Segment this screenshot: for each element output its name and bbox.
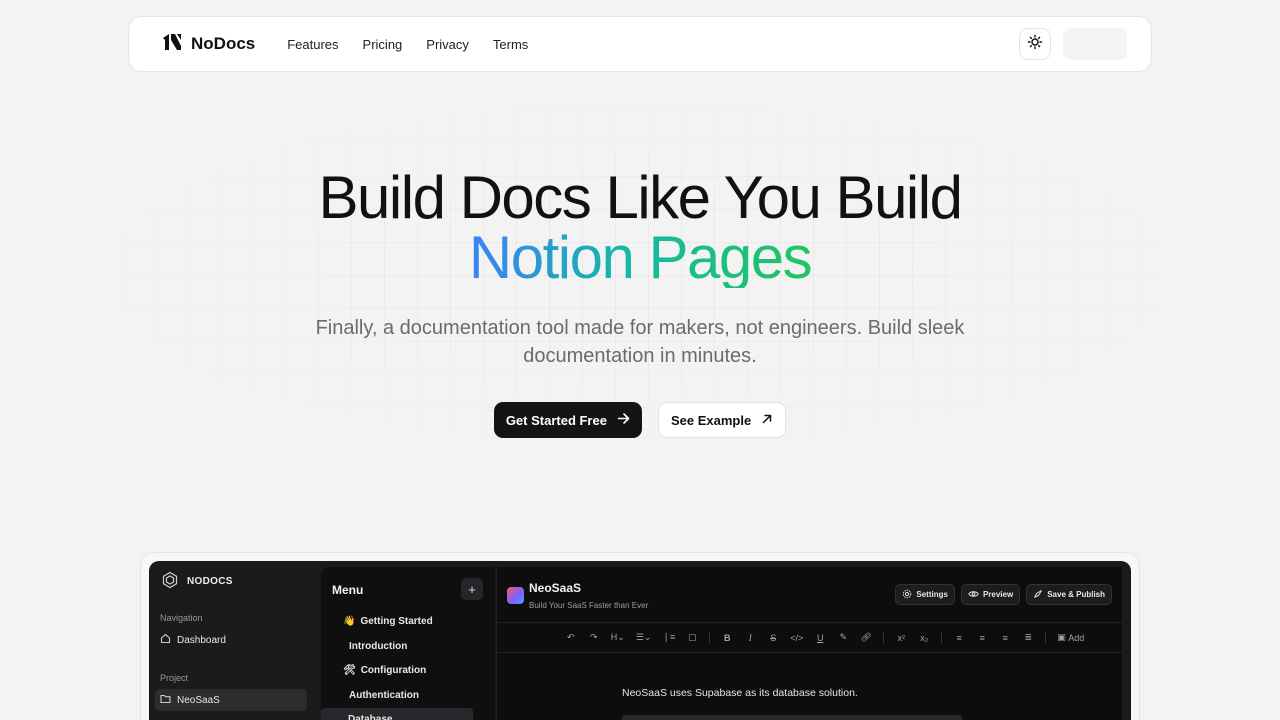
redo-icon[interactable]: ↷ — [588, 631, 600, 645]
align-justify-icon[interactable]: ≣ — [1022, 631, 1034, 645]
sun-icon — [1027, 34, 1043, 55]
menu-item-label: Configuration — [360, 665, 427, 676]
doc-body-next-line — [622, 715, 962, 720]
preview-label: Preview — [982, 590, 1014, 599]
docs-menu-panel: Menu + 👋 Getting Started Introduction 🛠 … — [321, 567, 495, 720]
app-brand: NODOCS — [161, 571, 233, 592]
editor-actions: Settings Preview Save & Publish — [895, 584, 1112, 605]
doc-title: NeoSaaS — [529, 581, 582, 595]
app-brand-name: NODOCS — [187, 576, 233, 587]
inline-code-icon[interactable]: </> — [790, 631, 803, 645]
rocket-icon — [1033, 589, 1043, 601]
sidebar-item-dashboard[interactable]: Dashboard — [155, 629, 307, 651]
preview-button[interactable]: Preview — [960, 584, 1021, 605]
hexagon-logo-icon — [161, 571, 179, 592]
gear-icon — [902, 589, 912, 601]
menu-title: Menu — [332, 583, 364, 597]
add-image-button[interactable]: ▣ Add — [1057, 631, 1084, 645]
navigation-section-label: Navigation — [160, 613, 203, 623]
editor-header: NeoSaaS Build Your SaaS Faster than Ever… — [497, 567, 1122, 623]
app-sidebar: NODOCS Navigation Dashboard Project NeoS… — [149, 561, 321, 720]
toolbar-divider — [883, 631, 885, 644]
highlight-icon[interactable]: ✎ — [837, 631, 849, 645]
underline-icon[interactable]: U — [814, 631, 826, 645]
hero-title-gradient: Notion Pages — [468, 224, 813, 291]
align-right-icon[interactable]: ≡ — [999, 631, 1011, 645]
hero-title-line1: Build Docs Like You Build — [318, 164, 963, 231]
menu-item-database[interactable]: Database — [321, 708, 473, 720]
get-started-label: Get Started Free — [505, 412, 607, 428]
italic-icon[interactable]: I — [744, 631, 756, 645]
doc-subtitle: Build Your SaaS Faster than Ever — [529, 601, 649, 610]
save-publish-button[interactable]: Save & Publish — [1026, 584, 1112, 605]
toolbar-divider — [709, 631, 711, 644]
home-icon — [160, 633, 171, 647]
formatting-toolbar: ↶ ↷ H⌄ ☰⌄ ❘≡ ▢ B I S </> U ✎ 🔗︎ x² x₂ ≡ … — [497, 623, 1122, 653]
top-navbar: NoDocs Features Pricing Privacy Terms — [128, 16, 1152, 72]
menu-item-configuration[interactable]: 🛠 Configuration — [343, 665, 426, 676]
nav-link-terms[interactable]: Terms — [493, 37, 528, 52]
align-center-icon[interactable]: ≡ — [976, 631, 988, 645]
nav-links: Features Pricing Privacy Terms — [287, 37, 528, 52]
bold-icon[interactable]: B — [721, 631, 733, 645]
image-plus-icon: ▣ — [1057, 632, 1069, 642]
nodocs-logo-icon — [161, 31, 183, 58]
toolbar-divider — [941, 631, 943, 644]
project-section-label: Project — [160, 673, 189, 683]
link-icon[interactable]: 🔗︎ — [860, 631, 872, 645]
nav-link-features[interactable]: Features — [287, 37, 338, 52]
sidebar-item-label: Dashboard — [177, 634, 226, 646]
nav-link-privacy[interactable]: Privacy — [426, 37, 469, 52]
project-icon — [507, 587, 524, 604]
subscript-icon[interactable]: x₂ — [918, 631, 930, 645]
get-started-button[interactable]: Get Started Free — [493, 402, 642, 438]
align-left-icon[interactable]: ≡ — [953, 631, 965, 645]
see-example-button[interactable]: See Example — [657, 402, 787, 438]
menu-item-introduction[interactable]: Introduction — [349, 641, 407, 652]
toolbar-divider — [1045, 631, 1047, 644]
hero-title: Build Docs Like You Build Notion Pages — [0, 168, 1280, 288]
settings-button[interactable]: Settings — [895, 584, 955, 605]
app-preview: NODOCS Navigation Dashboard Project NeoS… — [149, 561, 1131, 720]
nav-actions — [1019, 28, 1127, 60]
doc-editor: NeoSaaS Build Your SaaS Faster than Ever… — [496, 567, 1122, 720]
brand-name: NoDocs — [191, 34, 256, 53]
cta-row: Get Started Free See Example — [0, 402, 1280, 438]
menu-item-authentication[interactable]: Authentication — [349, 690, 419, 701]
menu-item-getting-started[interactable]: 👋 Getting Started — [343, 616, 433, 627]
save-publish-label: Save & Publish — [1047, 590, 1105, 599]
superscript-icon[interactable]: x² — [895, 631, 907, 645]
undo-icon[interactable]: ↶ — [565, 631, 577, 645]
strikethrough-icon[interactable]: S — [767, 631, 779, 645]
sidebar-item-neosaas[interactable]: NeoSaaS — [155, 689, 307, 711]
doc-body-text[interactable]: NeoSaaS uses Supabase as its database so… — [622, 687, 858, 699]
nav-link-pricing[interactable]: Pricing — [363, 37, 403, 52]
add-page-button[interactable]: + — [461, 578, 483, 600]
settings-label: Settings — [916, 590, 948, 599]
auth-button-placeholder[interactable] — [1063, 28, 1127, 60]
eye-icon — [968, 589, 979, 601]
waving-hand-emoji-icon: 👋 — [343, 616, 356, 627]
arrow-up-right-icon — [761, 413, 773, 428]
brand-logo[interactable]: NoDocs — [161, 31, 255, 58]
list-dropdown-icon[interactable]: ☰⌄ — [636, 631, 652, 645]
theme-toggle-button[interactable] — [1019, 28, 1051, 60]
hero-subtitle: Finally, a documentation tool made for m… — [315, 317, 965, 367]
folder-icon — [160, 693, 171, 707]
code-block-icon[interactable]: ▢ — [686, 631, 698, 645]
see-example-label: See Example — [670, 412, 752, 428]
sidebar-item-label: NeoSaaS — [177, 694, 220, 706]
blockquote-icon[interactable]: ❘≡ — [662, 631, 675, 645]
heading-dropdown-icon[interactable]: H⌄ — [611, 631, 625, 645]
arrow-right-icon — [617, 412, 630, 428]
add-image-label: Add — [1068, 632, 1085, 643]
menu-item-label: Getting Started — [360, 616, 433, 627]
tools-emoji-icon: 🛠 — [343, 665, 356, 676]
